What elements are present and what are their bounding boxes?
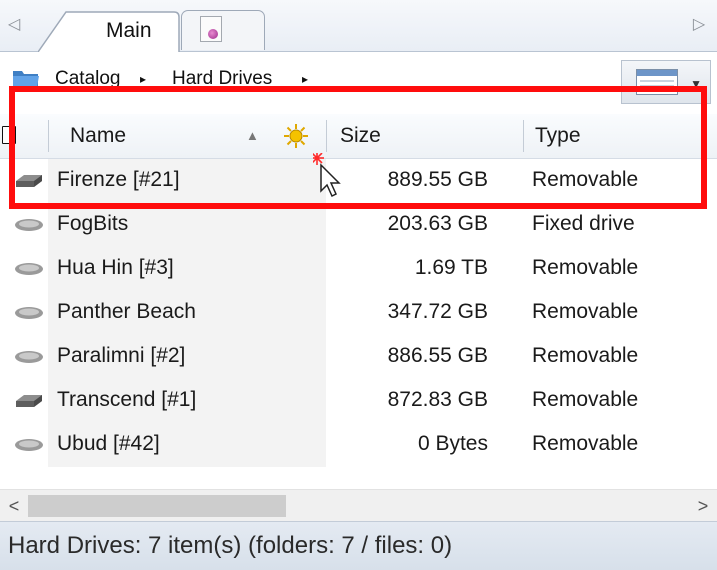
scroll-right-button[interactable]: > [689,490,717,522]
hard-drive-icon [15,263,43,275]
tab-main[interactable]: Main [38,10,180,52]
sun-icon[interactable] [283,123,309,149]
grid-view-icon [636,69,678,95]
drive-type: Removable [532,432,639,455]
drive-size: 872.83 GB [387,388,488,411]
breadcrumb-item-hard-drives[interactable]: Hard Drives [172,68,272,90]
hard-drive-icon [16,175,42,187]
drive-type: Removable [532,388,639,411]
list-item[interactable]: FogBits 203.63 GB Fixed drive [0,203,717,247]
drive-name: Paralimni [#2] [57,344,186,367]
horizontal-scrollbar[interactable]: < > [0,489,717,521]
list-item[interactable]: Paralimni [#2] 886.55 GB Removable [0,335,717,379]
breadcrumb-separator[interactable]: ▸ [302,72,308,86]
column-divider[interactable] [326,120,327,152]
column-header-name[interactable]: Name [70,114,126,158]
document-icon[interactable] [2,126,16,144]
drive-size: 203.63 GB [387,212,488,235]
drive-type: Removable [532,168,639,191]
drive-name: Firenze [#21] [57,168,180,191]
list-item[interactable]: Transcend [#1] 872.83 GB Removable [0,379,717,423]
hard-drive-icon [15,307,43,319]
hard-drive-icon [16,395,42,407]
folder-icon [13,71,39,87]
tab-strip: ◁ Main ▷ [0,0,717,52]
drive-name: FogBits [57,212,129,235]
column-header-type[interactable]: Type [535,114,581,158]
disc-file-icon [200,16,222,42]
status-bar: Hard Drives: 7 item(s) (folders: 7 / fil… [0,521,717,570]
hard-drive-icon [15,351,43,363]
list-item[interactable]: Panther Beach 347.72 GB Removable [0,291,717,335]
chevron-down-icon: ▼ [690,77,702,91]
drive-type: Removable [532,344,639,367]
drive-type: Removable [532,300,639,323]
list-item[interactable]: Hua Hin [#3] 1.69 TB Removable [0,247,717,291]
drive-size: 886.55 GB [387,344,488,367]
list-item[interactable]: Firenze [#21] 889.55 GB Removable [0,159,717,203]
tab-main-label: Main [106,19,152,42]
hard-drive-icon [15,439,43,451]
drive-size: 347.72 GB [387,300,488,323]
drive-name: Panther Beach [57,300,196,323]
column-header: Name ▲ Size Type [0,114,717,159]
breadcrumb-separator[interactable]: ▸ [140,72,146,86]
hard-drive-icon [15,219,43,231]
scroll-left-button[interactable]: < [0,490,28,522]
tab-document[interactable] [181,10,265,50]
breadcrumb-item-catalog[interactable]: Catalog [55,68,121,90]
sort-ascending-icon: ▲ [246,128,259,143]
view-mode-button[interactable]: ▼ [621,60,711,104]
breadcrumb: Catalog ▸ Hard Drives ▸ ▼ [0,52,717,114]
drive-name: Ubud [#42] [57,432,160,455]
drive-list: Firenze [#21] 889.55 GB Removable FogBit… [0,159,717,489]
column-header-size[interactable]: Size [340,114,381,158]
file-browser-window: ◁ Main ▷ Catalog ▸ Hard Drives ▸ ▼ Name [0,0,717,570]
drive-name: Transcend [#1] [57,388,197,411]
tab-scroll-right-button[interactable]: ▷ [687,12,711,38]
drive-type: Removable [532,256,639,279]
column-divider[interactable] [48,120,49,152]
scrollbar-thumb[interactable] [28,495,286,517]
drive-size: 0 Bytes [417,432,488,455]
column-divider[interactable] [523,120,524,152]
list-item[interactable]: Ubud [#42] 0 Bytes Removable [0,423,717,467]
drive-size: 1.69 TB [414,256,488,279]
tab-scroll-left-button[interactable]: ◁ [2,12,26,38]
drive-type: Fixed drive [532,212,635,235]
drive-size: 889.55 GB [387,168,488,191]
status-text: Hard Drives: 7 item(s) (folders: 7 / fil… [8,532,453,559]
drive-name: Hua Hin [#3] [57,256,174,279]
